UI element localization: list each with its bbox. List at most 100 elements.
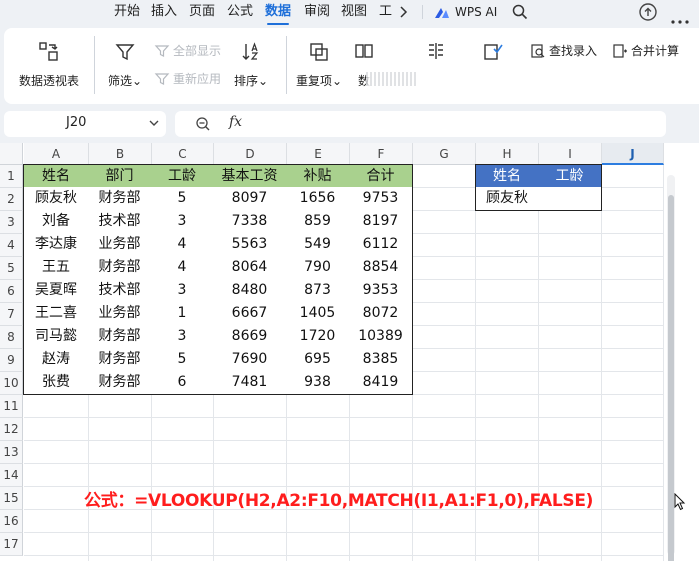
- column-header-d[interactable]: D: [214, 143, 287, 165]
- tab-view[interactable]: 视图: [341, 2, 367, 22]
- duplicates-button[interactable]: 重复项⌄: [296, 40, 342, 89]
- table-cell[interactable]: 3: [151, 325, 214, 349]
- table-cell[interactable]: 8385: [349, 348, 413, 372]
- table-cell[interactable]: 财务部: [88, 348, 152, 372]
- find-entry-button[interactable]: 查找录入: [530, 42, 597, 59]
- table-header-cell[interactable]: 部门: [88, 164, 152, 188]
- column-header-c[interactable]: C: [152, 143, 214, 165]
- table-cell[interactable]: 刘备: [23, 210, 89, 234]
- table-cell[interactable]: 6112: [349, 233, 413, 257]
- table-cell[interactable]: 司马懿: [23, 325, 89, 349]
- row-header-3[interactable]: 3: [0, 211, 23, 234]
- table-cell[interactable]: 8097: [213, 187, 287, 211]
- table-header-cell[interactable]: 姓名: [23, 164, 89, 188]
- table-header-cell[interactable]: 补贴: [286, 164, 350, 188]
- cloud-upload-icon[interactable]: [638, 2, 658, 22]
- lookup-value-cell[interactable]: 顾友秋: [475, 187, 539, 211]
- select-all-corner[interactable]: [0, 143, 23, 165]
- row-header-8[interactable]: 8: [0, 326, 23, 349]
- table-cell[interactable]: 3: [151, 210, 214, 234]
- table-cell[interactable]: 王五: [23, 256, 89, 280]
- more-options-icon[interactable]: [670, 10, 690, 24]
- spreadsheet-grid[interactable]: ABCDEFGHIJ 1 2 3 4 5 6 7 8 9 10 11 12 13 14 15 16 17 姓名部…: [0, 143, 699, 561]
- table-cell[interactable]: 8480: [213, 279, 287, 303]
- table-cell[interactable]: 6: [151, 371, 214, 395]
- search-icon[interactable]: [511, 3, 529, 21]
- column-header-e[interactable]: E: [287, 143, 350, 165]
- table-cell[interactable]: 1: [151, 302, 214, 326]
- table-cell[interactable]: 张费: [23, 371, 89, 395]
- zoom-icon[interactable]: [195, 116, 211, 132]
- table-cell[interactable]: 9353: [349, 279, 413, 303]
- row-header-17[interactable]: 17: [0, 533, 23, 556]
- table-cell[interactable]: 业务部: [88, 302, 152, 326]
- row-header-9[interactable]: 9: [0, 349, 23, 372]
- table-cell[interactable]: 财务部: [88, 187, 152, 211]
- table-cell[interactable]: 1656: [286, 187, 350, 211]
- table-cell[interactable]: 8197: [349, 210, 413, 234]
- table-cell[interactable]: 5563: [213, 233, 287, 257]
- fx-icon[interactable]: fx: [229, 114, 242, 130]
- wps-ai-logo-icon[interactable]: [434, 5, 450, 19]
- table-cell[interactable]: 业务部: [88, 233, 152, 257]
- tab-page[interactable]: 页面: [189, 2, 215, 22]
- row-header-15[interactable]: 15: [0, 487, 23, 510]
- table-cell[interactable]: 赵涛: [23, 348, 89, 372]
- table-cell[interactable]: 技术部: [88, 279, 152, 303]
- table-cell[interactable]: 7690: [213, 348, 287, 372]
- chevron-down-icon[interactable]: [148, 115, 160, 131]
- wps-ai-button[interactable]: WPS AI: [455, 2, 497, 22]
- filter-button[interactable]: 筛选⌄: [108, 40, 142, 89]
- table-cell[interactable]: 859: [286, 210, 350, 234]
- row-header-2[interactable]: 2: [0, 188, 23, 211]
- table-cell[interactable]: 1720: [286, 325, 350, 349]
- table-cell[interactable]: 695: [286, 348, 350, 372]
- formula-bar[interactable]: fx: [175, 111, 666, 137]
- sort-button[interactable]: 排序⌄: [234, 40, 268, 89]
- lookup-header-cell[interactable]: 姓名: [475, 164, 539, 188]
- row-header-12[interactable]: 12: [0, 418, 23, 441]
- table-cell[interactable]: 8072: [349, 302, 413, 326]
- row-header-7[interactable]: 7: [0, 303, 23, 326]
- table-cell[interactable]: 吴夏晖: [23, 279, 89, 303]
- row-header-14[interactable]: 14: [0, 464, 23, 487]
- merge-calc-button[interactable]: 合并计算: [612, 42, 679, 59]
- row-header-1[interactable]: 1: [0, 165, 23, 188]
- lookup-value-cell[interactable]: [538, 187, 602, 211]
- column-header-h[interactable]: H: [476, 143, 539, 165]
- table-cell[interactable]: 4: [151, 256, 214, 280]
- table-cell[interactable]: 1405: [286, 302, 350, 326]
- table-cell[interactable]: 财务部: [88, 371, 152, 395]
- table-cell[interactable]: 顾友秋: [23, 187, 89, 211]
- table-cell[interactable]: 财务部: [88, 256, 152, 280]
- row-header-6[interactable]: 6: [0, 280, 23, 303]
- row-header-13[interactable]: 13: [0, 441, 23, 464]
- tab-formulas[interactable]: 公式: [227, 2, 253, 22]
- table-cell[interactable]: 5: [151, 187, 214, 211]
- table-cell[interactable]: 8669: [213, 325, 287, 349]
- table-cell[interactable]: 790: [286, 256, 350, 280]
- row-header-5[interactable]: 5: [0, 257, 23, 280]
- column-header-g[interactable]: G: [413, 143, 476, 165]
- table-cell[interactable]: 8064: [213, 256, 287, 280]
- column-header-b[interactable]: B: [89, 143, 152, 165]
- row-header-10[interactable]: 10: [0, 372, 23, 395]
- table-cell[interactable]: 7338: [213, 210, 287, 234]
- column-header-i[interactable]: I: [539, 143, 602, 165]
- column-header-a[interactable]: A: [24, 143, 89, 165]
- table-cell[interactable]: 8854: [349, 256, 413, 280]
- table-cell[interactable]: 7481: [213, 371, 287, 395]
- lookup-header-cell[interactable]: 工龄: [538, 164, 602, 188]
- table-header-cell[interactable]: 合计: [349, 164, 413, 188]
- table-cell[interactable]: 6667: [213, 302, 287, 326]
- table-cell[interactable]: 5: [151, 348, 214, 372]
- table-cell[interactable]: 王二喜: [23, 302, 89, 326]
- show-all-button[interactable]: 全部显示: [154, 42, 221, 59]
- row-header-4[interactable]: 4: [0, 234, 23, 257]
- row-header-16[interactable]: 16: [0, 510, 23, 533]
- table-cell[interactable]: 3: [151, 279, 214, 303]
- table-cell[interactable]: 4: [151, 233, 214, 257]
- validation-button[interactable]: [481, 40, 505, 64]
- table-cell[interactable]: 技术部: [88, 210, 152, 234]
- table-cell[interactable]: 8419: [349, 371, 413, 395]
